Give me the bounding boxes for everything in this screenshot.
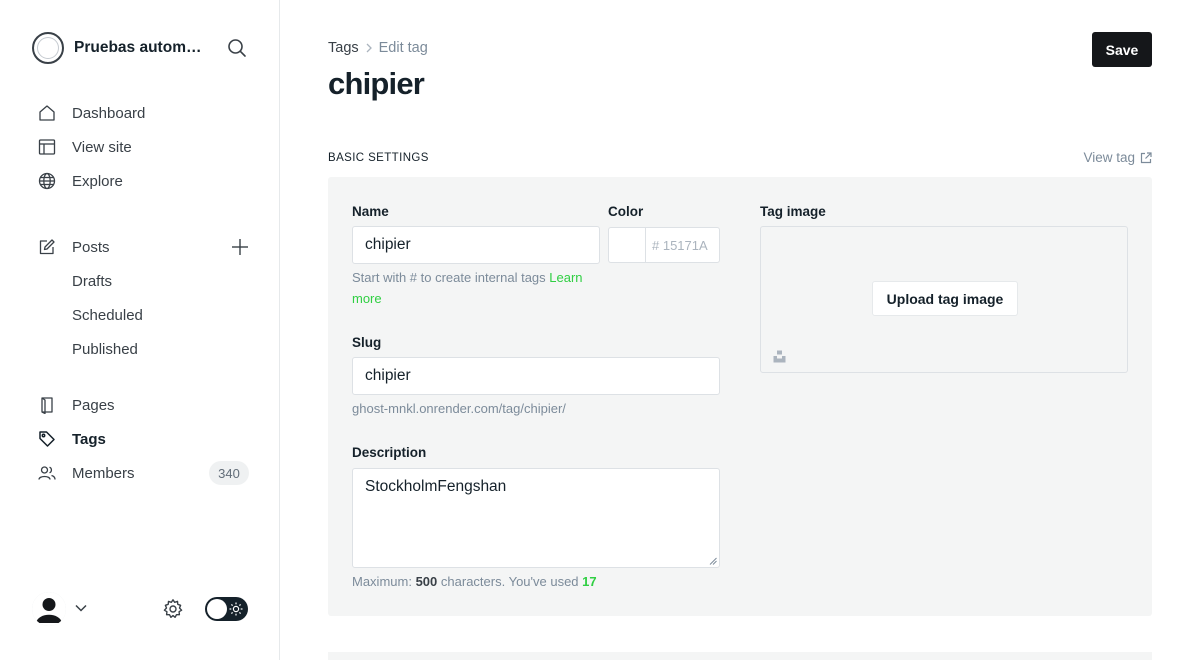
page-title: chipier bbox=[328, 66, 425, 101]
sidebar-item-label: Dashboard bbox=[72, 104, 146, 122]
next-section-panel bbox=[328, 652, 1152, 660]
description-textarea[interactable]: StockholmFengshan bbox=[352, 468, 720, 568]
name-hint-text: Start with # to create internal tags bbox=[352, 270, 546, 285]
main-content: Tags Edit tag chipier Save BASIC SETTING… bbox=[328, 0, 1152, 660]
search-icon[interactable] bbox=[226, 37, 248, 59]
sidebar-item-published[interactable]: Published bbox=[32, 332, 252, 366]
view-tag-link[interactable]: View tag bbox=[1083, 150, 1152, 165]
sidebar-item-label: Scheduled bbox=[72, 306, 143, 324]
sidebar-item-label: Tags bbox=[72, 430, 106, 448]
upload-tag-image-button[interactable]: Upload tag image bbox=[872, 281, 1018, 316]
main-nav: Dashboard View site Explore bbox=[32, 96, 252, 198]
sidebar-item-scheduled[interactable]: Scheduled bbox=[32, 298, 252, 332]
slug-input[interactable]: chipier bbox=[352, 357, 720, 395]
slug-label: Slug bbox=[352, 335, 382, 350]
sun-icon bbox=[229, 602, 243, 616]
name-input[interactable]: chipier bbox=[352, 226, 600, 264]
sidebar-item-view-site[interactable]: View site bbox=[32, 130, 252, 164]
sidebar-item-label: Published bbox=[72, 340, 138, 358]
description-used: 17 bbox=[582, 574, 597, 589]
site-title: Pruebas automa… bbox=[74, 39, 210, 56]
site-logo bbox=[32, 32, 64, 64]
color-label: Color bbox=[608, 204, 644, 219]
tag-icon bbox=[37, 429, 57, 449]
members-count-badge: 340 bbox=[209, 461, 249, 485]
sidebar-item-label: Drafts bbox=[72, 272, 113, 290]
content-nav: Posts Drafts Scheduled Published bbox=[32, 230, 252, 366]
sidebar: Pruebas automa… Dashboard View site Expl… bbox=[0, 0, 280, 660]
site-header[interactable]: Pruebas automa… bbox=[32, 32, 252, 64]
gear-icon[interactable] bbox=[162, 598, 184, 620]
description-label: Description bbox=[352, 445, 427, 460]
view-site-icon bbox=[37, 137, 57, 157]
sidebar-item-label: View site bbox=[72, 138, 132, 156]
breadcrumb-current: Edit tag bbox=[378, 40, 428, 56]
globe-icon bbox=[37, 171, 57, 191]
sidebar-item-members[interactable]: Members 340 bbox=[32, 456, 252, 490]
breadcrumb-tags-link[interactable]: Tags bbox=[328, 40, 359, 56]
description-hint-prefix: Maximum: bbox=[352, 574, 412, 589]
description-max: 500 bbox=[415, 574, 438, 589]
description-hint-mid: characters. You've used bbox=[440, 574, 579, 589]
resize-grip-icon[interactable] bbox=[709, 557, 717, 565]
slug-url: ghost-mnkl.onrender.com/tag/chipier/ bbox=[352, 401, 566, 416]
edit-icon bbox=[37, 237, 57, 257]
tag-image-dropzone[interactable]: Upload tag image bbox=[760, 226, 1128, 373]
sidebar-item-tags[interactable]: Tags bbox=[32, 422, 252, 456]
sidebar-item-label: Members bbox=[72, 464, 135, 482]
sidebar-item-label: Explore bbox=[72, 172, 123, 190]
sidebar-item-posts[interactable]: Posts bbox=[32, 230, 252, 264]
external-link-icon bbox=[1140, 151, 1152, 163]
name-hint: Start with # to create internal tags Lea… bbox=[352, 267, 612, 309]
sidebar-item-dashboard[interactable]: Dashboard bbox=[32, 96, 252, 130]
unsplash-icon[interactable] bbox=[773, 350, 786, 363]
description-hint: Maximum: 500 characters. You've used 17 bbox=[352, 571, 597, 592]
section-label: BASIC SETTINGS bbox=[328, 152, 429, 164]
sidebar-item-explore[interactable]: Explore bbox=[32, 164, 252, 198]
members-icon bbox=[37, 463, 57, 483]
toggle-knob bbox=[207, 599, 227, 619]
avatar-icon[interactable] bbox=[32, 592, 66, 626]
library-nav: Pages Tags Members 340 bbox=[32, 388, 252, 490]
save-button[interactable]: Save bbox=[1092, 32, 1152, 67]
page-icon bbox=[37, 395, 57, 415]
sidebar-item-label: Pages bbox=[72, 396, 115, 414]
theme-toggle[interactable] bbox=[205, 597, 248, 621]
breadcrumb-separator bbox=[365, 41, 373, 56]
home-icon bbox=[37, 103, 57, 123]
description-value: StockholmFengshan bbox=[365, 478, 507, 495]
color-swatch[interactable] bbox=[608, 227, 646, 263]
view-tag-label: View tag bbox=[1083, 150, 1135, 165]
sidebar-item-label: Posts bbox=[72, 238, 110, 256]
color-input[interactable]: # 15171A bbox=[645, 227, 720, 263]
user-footer bbox=[32, 592, 248, 626]
plus-icon[interactable] bbox=[230, 237, 250, 257]
tag-image-label: Tag image bbox=[760, 204, 826, 219]
basic-settings-panel: Name chipier Start with # to create inte… bbox=[328, 177, 1152, 616]
sidebar-item-drafts[interactable]: Drafts bbox=[32, 264, 252, 298]
breadcrumb: Tags Edit tag bbox=[328, 40, 428, 56]
name-label: Name bbox=[352, 204, 389, 219]
chevron-down-icon[interactable] bbox=[74, 601, 88, 615]
sidebar-item-pages[interactable]: Pages bbox=[32, 388, 252, 422]
